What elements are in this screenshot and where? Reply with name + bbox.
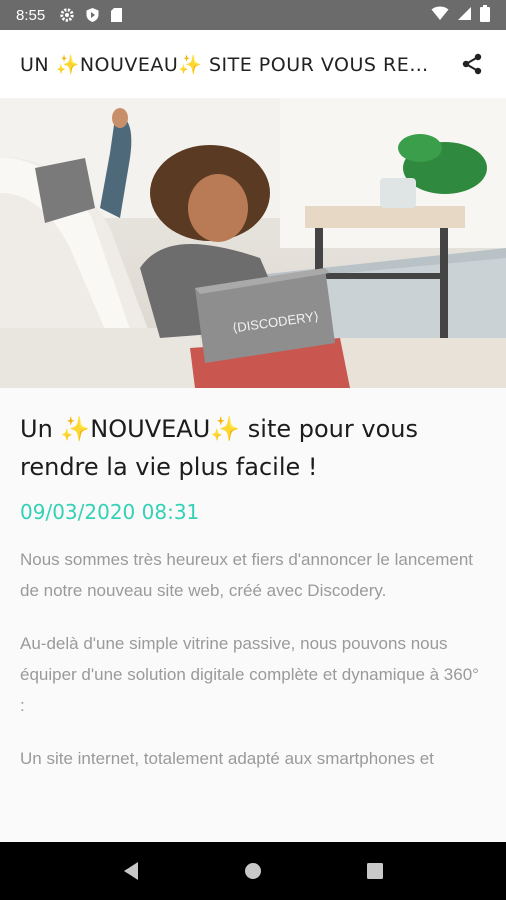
article-paragraph: Un site internet, totalement adapté aux … [20,749,434,768]
page-title: UN ✨NOUVEAU✨ SITE POUR VOUS RENDRE LA VI… [20,53,440,76]
settings-icon [59,7,75,23]
sd-card-icon [110,7,123,23]
recents-button[interactable] [355,851,395,891]
back-icon [124,862,138,880]
navigation-bar [0,842,506,900]
article: Un ✨NOUVEAU✨ site pour vous rendre la vi… [0,388,506,842]
shield-icon [85,7,100,23]
article-paragraph: Au-delà d'une simple vitrine passive, no… [20,634,479,715]
article-date: 09/03/2020 08:31 [20,500,200,524]
signal-icon [457,6,472,25]
article-paragraph: Nous sommes très heureux et fiers d'anno… [20,550,474,600]
home-button[interactable] [233,851,273,891]
status-right-icons [431,4,490,26]
app-bar: UN ✨NOUVEAU✨ SITE POUR VOUS RENDRE LA VI… [0,30,506,98]
recents-icon [367,863,383,879]
home-icon [245,863,261,879]
status-time: 8:55 [16,6,46,24]
share-icon [462,53,482,75]
wifi-icon [431,6,449,25]
back-button[interactable] [111,851,151,891]
hero-image: ⟨DISCODERY⟩ [0,98,506,388]
status-bar: 8:55 [0,0,506,30]
share-button[interactable] [458,50,486,78]
article-body: Nous sommes très heureux et fiers d'anno… [20,544,486,774]
article-title: Un ✨NOUVEAU✨ site pour vous rendre la vi… [20,415,418,481]
battery-icon [480,4,490,26]
